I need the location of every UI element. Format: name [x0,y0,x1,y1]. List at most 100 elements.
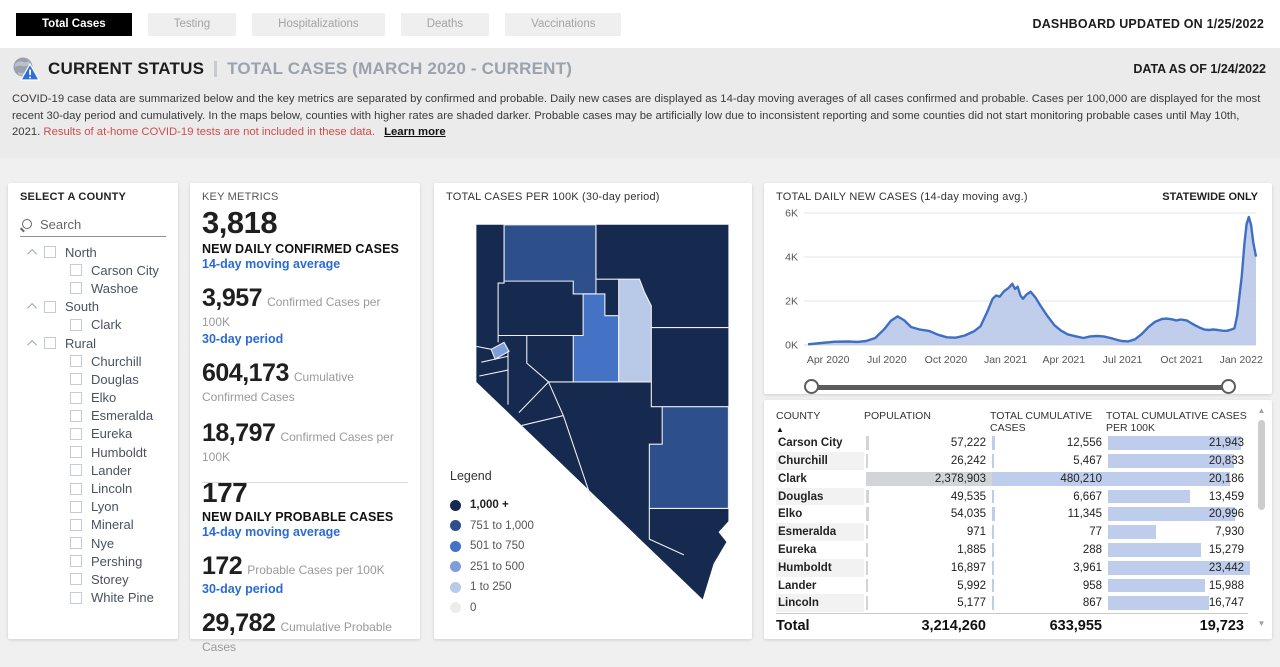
column-header-population[interactable]: POPULATION [864,406,990,434]
tree-item-white-pine[interactable]: White Pine [8,589,178,607]
table-row-lincoln[interactable]: Lincoln 5,177 867 16,747 [776,594,1248,613]
key-metrics-title: KEY METRICS [202,191,279,203]
checkbox[interactable] [70,264,82,277]
data-bar [992,525,994,540]
new-daily-confirmed-value: 3,818 [202,205,278,240]
tree-item-nye[interactable]: Nye [8,534,178,552]
table-row-lander[interactable]: Lander 5,992 958 15,988 [776,577,1248,595]
table-row-churchill[interactable]: Churchill 26,242 5,467 20,833 [776,452,1248,470]
checkbox[interactable] [70,482,82,495]
slider-handle-end[interactable] [1221,379,1236,394]
checkbox[interactable] [70,537,82,550]
data-bar [992,543,994,557]
data-bar [866,578,868,593]
checkbox[interactable] [70,427,82,440]
checkbox[interactable] [70,500,82,513]
chevron-up-icon[interactable] [22,340,44,347]
checkbox[interactable] [70,555,82,568]
tree-group-south[interactable]: South [8,298,178,316]
checkbox[interactable] [70,373,82,386]
table-row-eureka[interactable]: Eureka 1,885 288 15,279 [776,541,1248,559]
scrollbar-thumb[interactable] [1258,420,1265,510]
legend-color-dot [450,561,461,572]
tab-testing[interactable]: Testing [147,12,237,36]
tree-item-storey[interactable]: Storey [8,570,178,588]
cumulative-probable: 29,782 Cumulative Probable Cases [202,609,392,654]
tree-item-churchill[interactable]: Churchill [8,352,178,370]
tab-hospitalizations[interactable]: Hospitalizations [252,12,385,36]
slider-track[interactable] [812,385,1228,390]
svg-text:6K: 6K [785,208,798,220]
tab-deaths[interactable]: Deaths [400,12,490,36]
tree-item-pershing[interactable]: Pershing [8,552,178,570]
date-range-slider [764,379,1272,395]
data-as-of-label: DATA AS OF 1/24/2022 [1133,62,1266,76]
tab-total-cases[interactable]: Total Cases [16,12,132,36]
svg-text:Jan 2021: Jan 2021 [984,354,1027,366]
tree-group-north[interactable]: North [8,243,178,261]
tree-item-clark[interactable]: Clark [8,316,178,334]
column-header-county[interactable]: COUNTY ▲ [776,406,864,434]
checkbox[interactable] [70,318,82,331]
table-row-clark[interactable]: Clark 2,378,903 480,210 20,186 [776,470,1248,488]
column-header-cases-per-100k[interactable]: TOTAL CUMULATIVE CASES PER 100K [1106,406,1248,434]
data-bar [992,560,994,575]
table-row-humboldt[interactable]: Humboldt 16,897 3,961 23,442 [776,558,1250,577]
tree-group-rural[interactable]: Rural [8,334,178,352]
table-row-esmeralda[interactable]: Esmeralda 971 77 7,930 [776,523,1248,542]
data-bar [866,596,868,611]
tab-vaccinations[interactable]: Vaccinations [505,12,622,36]
table-row-carson-city[interactable]: Carson City 57,222 12,556 21,943 [776,434,1248,452]
checkbox[interactable] [70,282,82,295]
checkbox[interactable] [44,300,56,313]
tree-item-lander[interactable]: Lander [8,461,178,479]
tree-item-lincoln[interactable]: Lincoln [8,479,178,497]
tree-item-esmeralda[interactable]: Esmeralda [8,407,178,425]
checkbox[interactable] [70,391,82,404]
tree-item-carson-city[interactable]: Carson City [8,261,178,279]
map-panel: TOTAL CASES PER 100K (30-day period) Leg… [434,183,752,639]
data-bar [866,560,868,575]
scroll-up-arrow[interactable]: ▲ [1256,406,1267,416]
svg-text:0K: 0K [785,340,798,352]
tree-item-douglas[interactable]: Douglas [8,370,178,388]
checkbox[interactable] [70,591,82,604]
tree-item-eureka[interactable]: Eureka [8,425,178,443]
legend-item: 751 to 1,000 [450,520,534,532]
tree-item-elko[interactable]: Elko [8,389,178,407]
legend-item: 501 to 750 [450,540,534,552]
legend-color-dot [450,540,461,552]
checkbox[interactable] [44,337,56,350]
scroll-down-arrow[interactable]: ▼ [1256,619,1267,629]
legend-color-dot [450,581,461,593]
tree-item-mineral[interactable]: Mineral [8,516,178,534]
checkbox[interactable] [70,355,82,368]
checkbox[interactable] [70,518,82,531]
table-row-douglas[interactable]: Douglas 49,535 6,667 13,459 [776,487,1248,506]
county-search[interactable] [20,217,166,237]
new-daily-probable-sub: 14-day moving average [202,525,341,539]
checkbox[interactable] [70,409,82,422]
dashboard-page: Total Cases Testing Hospitalizations Deaths… [0,0,1280,667]
data-bar [992,596,994,611]
data-bar [1108,543,1201,557]
checkbox[interactable] [70,464,82,477]
column-header-total-cases[interactable]: TOTAL CUMULATIVE CASES [990,406,1106,434]
checkbox[interactable] [70,446,82,459]
tree-item-lyon[interactable]: Lyon [8,498,178,516]
globe-alert-icon [12,56,41,82]
chevron-up-icon[interactable] [22,303,44,310]
legend-item: 1 to 250 [450,581,534,593]
slider-handle-start[interactable] [804,379,819,394]
search-input[interactable] [40,217,140,232]
data-bar [866,507,869,522]
page-title: CURRENT STATUS [48,59,205,78]
tree-item-humboldt[interactable]: Humboldt [8,443,178,461]
learn-more-link[interactable]: Learn more [384,126,446,138]
tree-item-washoe[interactable]: Washoe [8,279,178,297]
checkbox[interactable] [44,246,56,259]
checkbox[interactable] [70,573,82,586]
table-row-elko[interactable]: Elko 54,035 11,345 20,996 [776,505,1248,523]
sort-ascending-icon: ▲ [776,425,784,435]
chevron-up-icon[interactable] [22,249,44,256]
